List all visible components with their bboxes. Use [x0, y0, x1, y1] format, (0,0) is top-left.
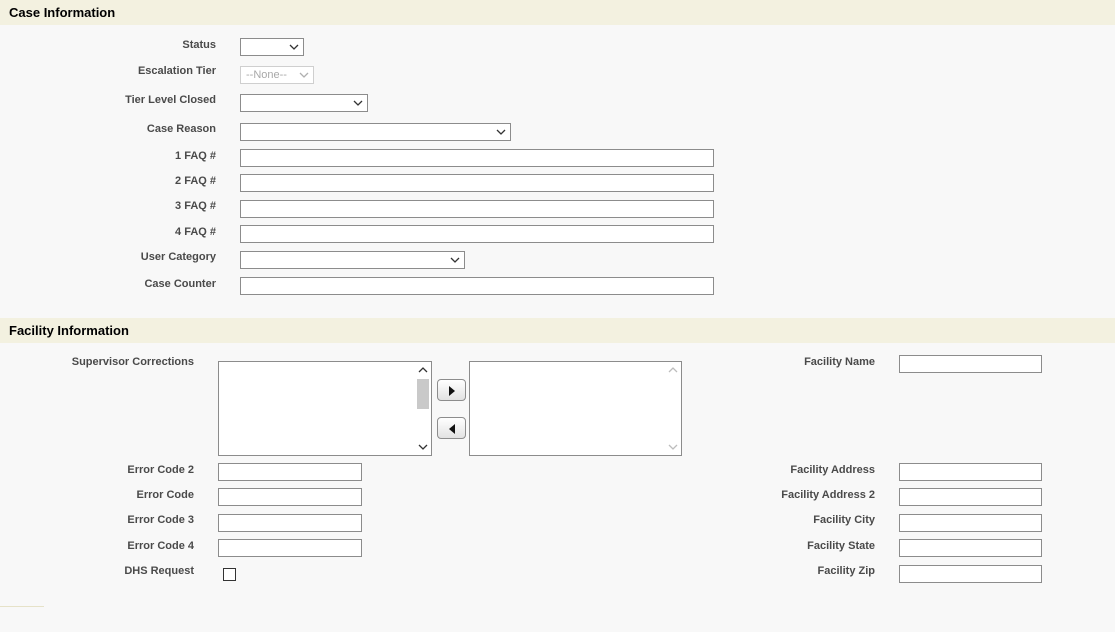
chevron-down-icon — [289, 44, 299, 50]
error-code-4-label: Error Code 4 — [127, 540, 194, 552]
chevron-up-icon[interactable] — [418, 366, 428, 374]
error-code-2-input[interactable] — [218, 463, 362, 481]
chevron-down-icon — [299, 72, 309, 78]
case-counter-label: Case Counter — [144, 278, 216, 290]
case-information-header: Case Information — [0, 0, 1115, 25]
move-right-button[interactable] — [437, 379, 466, 401]
status-label: Status — [182, 39, 216, 51]
error-code-3-input[interactable] — [218, 514, 362, 532]
facility-address-input[interactable] — [899, 463, 1042, 481]
escalation-tier-select: --None-- — [240, 66, 314, 84]
chevron-down-icon — [353, 100, 363, 106]
chevron-down-icon — [450, 257, 460, 263]
error-code-label: Error Code — [136, 489, 194, 501]
supervisor-corrections-label: Supervisor Corrections — [71, 356, 194, 368]
facility-address-2-label: Facility Address 2 — [781, 489, 875, 501]
chevron-up-icon[interactable] — [668, 366, 678, 374]
case-counter-input[interactable] — [240, 277, 714, 295]
error-code-4-input[interactable] — [218, 539, 362, 557]
supervisor-corrections-available-list[interactable] — [218, 361, 432, 456]
faq4-input[interactable] — [240, 225, 714, 243]
facility-city-input[interactable] — [899, 514, 1042, 532]
escalation-tier-label: Escalation Tier — [137, 65, 216, 77]
move-left-button[interactable] — [437, 417, 466, 439]
error-code-2-label: Error Code 2 — [127, 464, 194, 476]
facility-address-label: Facility Address — [790, 464, 875, 476]
faq2-label: 2 FAQ # — [175, 175, 216, 187]
facility-name-input[interactable] — [899, 355, 1042, 373]
faq1-input[interactable] — [240, 149, 714, 167]
facility-name-label: Facility Name — [804, 356, 875, 368]
case-reason-label: Case Reason — [146, 123, 216, 135]
facility-information-header: Facility Information — [0, 318, 1115, 343]
case-reason-select[interactable] — [240, 123, 511, 141]
triangle-left-icon — [449, 424, 455, 434]
faq4-label: 4 FAQ # — [175, 226, 216, 238]
user-category-label: User Category — [140, 251, 216, 263]
facility-zip-label: Facility Zip — [817, 565, 875, 577]
escalation-tier-value: --None-- — [246, 69, 287, 81]
faq3-label: 3 FAQ # — [175, 200, 216, 212]
dhs-request-label: DHS Request — [124, 565, 194, 577]
error-code-input[interactable] — [218, 488, 362, 506]
dhs-request-checkbox[interactable] — [223, 568, 236, 581]
chevron-down-icon[interactable] — [418, 443, 428, 451]
facility-state-label: Facility State — [807, 540, 875, 552]
chevron-down-icon — [496, 129, 506, 135]
facility-address-2-input[interactable] — [899, 488, 1042, 506]
facility-state-input[interactable] — [899, 539, 1042, 557]
footer-divider — [0, 606, 44, 607]
supervisor-corrections-selected-list[interactable] — [469, 361, 682, 456]
tier-level-closed-label: Tier Level Closed — [125, 94, 216, 106]
available-list-scrollbar[interactable] — [415, 362, 431, 455]
faq1-label: 1 FAQ # — [175, 150, 216, 162]
selected-list-scrollbar[interactable] — [665, 362, 681, 455]
facility-city-label: Facility City — [813, 514, 875, 526]
faq3-input[interactable] — [240, 200, 714, 218]
user-category-select[interactable] — [240, 251, 465, 269]
scrollbar-thumb[interactable] — [417, 379, 429, 409]
facility-zip-input[interactable] — [899, 565, 1042, 583]
error-code-3-label: Error Code 3 — [127, 514, 194, 526]
tier-level-closed-select[interactable] — [240, 94, 368, 112]
faq2-input[interactable] — [240, 174, 714, 192]
chevron-down-icon[interactable] — [668, 443, 678, 451]
status-select[interactable] — [240, 38, 304, 56]
triangle-right-icon — [449, 386, 455, 396]
